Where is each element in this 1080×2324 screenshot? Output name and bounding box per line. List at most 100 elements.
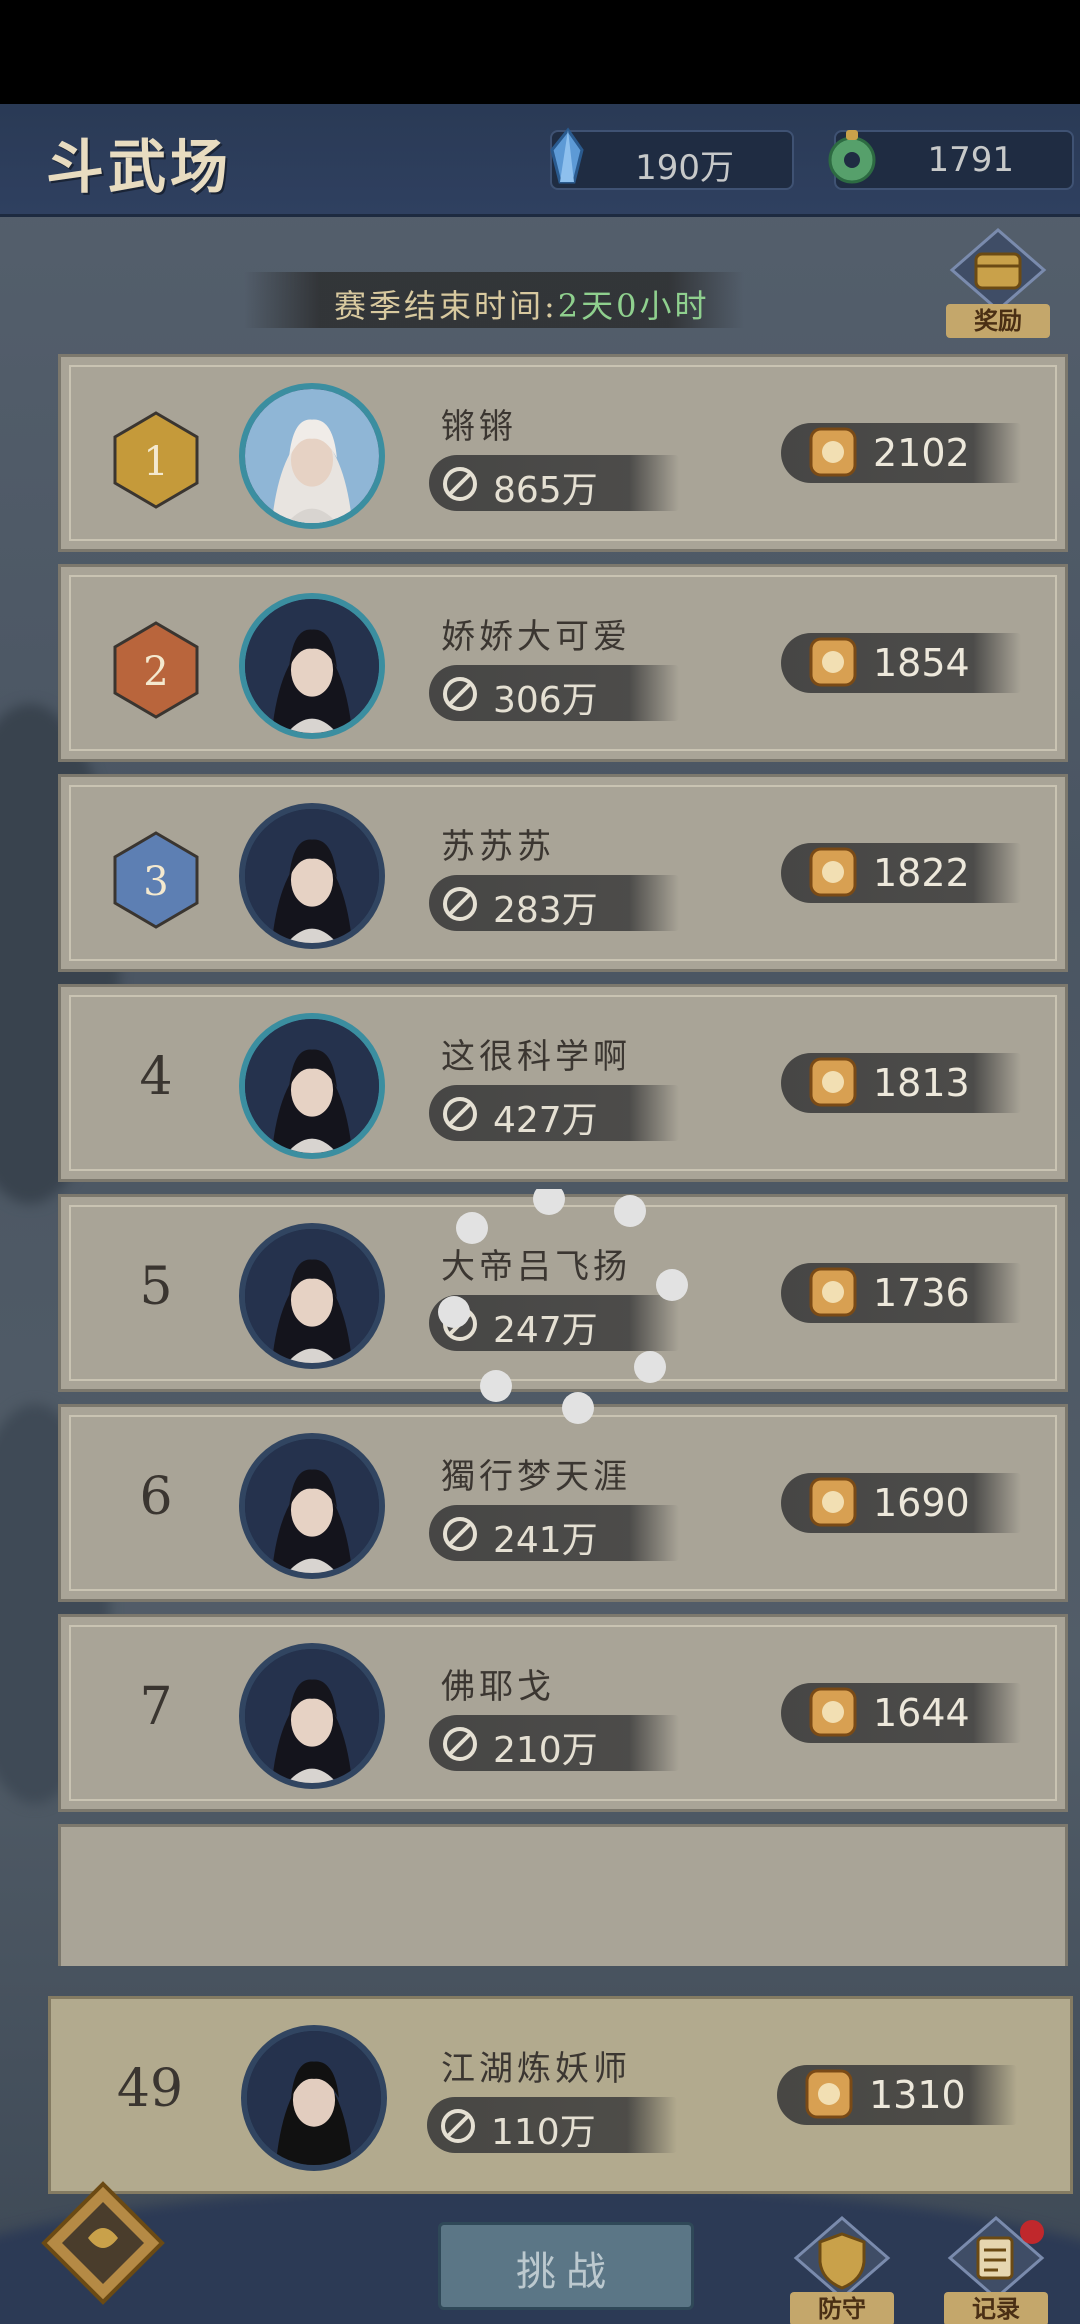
player-name: 这很科学啊 xyxy=(441,1037,631,1077)
ranking-list[interactable]: 1 锵锵 865万 2102 2 娇娇大可爱 306万 1854 3 苏苏苏 2… xyxy=(58,354,1068,1966)
menu-diamond-icon[interactable] xyxy=(38,2178,168,2308)
arena-token-icon xyxy=(809,847,857,897)
rank-number: 4 xyxy=(139,1047,173,1107)
my-rank-number: 49 xyxy=(116,2059,184,2119)
portrait-image xyxy=(245,389,379,523)
player-avatar[interactable] xyxy=(239,383,385,529)
combat-power-icon xyxy=(443,1097,477,1131)
ranking-row[interactable]: 2 娇娇大可爱 306万 1854 xyxy=(58,564,1068,762)
combat-power-value: 865万 xyxy=(493,470,598,511)
rank-number: 7 xyxy=(139,1677,173,1737)
rank-medal-icon: 3 xyxy=(113,831,199,929)
ranking-row[interactable]: 7 佛耶戈 210万 1644 xyxy=(58,1614,1068,1812)
rank-medal-number: 1 xyxy=(143,439,168,485)
challenge-label: 挑战 xyxy=(516,2249,616,2295)
player-name: 锵锵 xyxy=(441,407,517,447)
arena-score: 1690 xyxy=(781,1473,1021,1533)
player-name: 娇娇大可爱 xyxy=(441,617,631,657)
shield-icon xyxy=(793,2216,891,2300)
resource-crystal-value: 190万 xyxy=(635,148,734,188)
resource-jade[interactable]: 1791 xyxy=(828,130,1074,190)
arena-token-icon xyxy=(809,427,857,477)
arena-score: 1644 xyxy=(781,1683,1021,1743)
crystal-icon xyxy=(550,127,584,184)
combat-power: 306万 xyxy=(429,665,679,721)
portrait-image xyxy=(247,2031,381,2165)
ranking-row-partial[interactable] xyxy=(58,1824,1068,1966)
player-avatar[interactable] xyxy=(239,593,385,739)
record-label: 记录 xyxy=(944,2292,1048,2324)
portrait-image xyxy=(245,1649,379,1783)
combat-power-value: 306万 xyxy=(493,680,598,721)
arena-score-value: 1736 xyxy=(873,1271,970,1315)
portrait-image xyxy=(245,599,379,733)
arena-score: 1822 xyxy=(781,843,1021,903)
arena-score-value: 2102 xyxy=(873,431,970,475)
rank-number: 5 xyxy=(139,1257,173,1317)
combat-power-icon xyxy=(443,887,477,921)
arena-score: 2102 xyxy=(781,423,1021,483)
combat-power-value: 210万 xyxy=(493,1730,598,1771)
arena-score: 1854 xyxy=(781,633,1021,693)
arena-score: 1813 xyxy=(781,1053,1021,1113)
combat-power: 283万 xyxy=(429,875,679,931)
season-timer-text: 赛季结束时间:2天0小时 xyxy=(334,281,710,327)
combat-power: 241万 xyxy=(429,1505,679,1561)
arena-score-value: 1854 xyxy=(873,641,970,685)
my-power: 110万 xyxy=(427,2097,677,2153)
arena-token-icon xyxy=(809,1687,857,1737)
portrait-image xyxy=(245,1439,379,1573)
arena-token-icon xyxy=(809,1057,857,1107)
page-title: 斗武场 xyxy=(46,133,233,201)
resource-crystal[interactable]: 190万 xyxy=(550,127,794,190)
ranking-row[interactable]: 4 这很科学啊 427万 1813 xyxy=(58,984,1068,1182)
combat-power-icon xyxy=(443,1727,477,1761)
ranking-row[interactable]: 6 獨行梦天涯 241万 1690 xyxy=(58,1404,1068,1602)
combat-power: 427万 xyxy=(429,1085,679,1141)
combat-power-icon xyxy=(443,1517,477,1551)
ranking-row[interactable]: 3 苏苏苏 283万 1822 xyxy=(58,774,1068,972)
player-avatar[interactable] xyxy=(239,1013,385,1159)
combat-power-icon xyxy=(443,467,477,501)
season-label: 赛季结束时间: xyxy=(334,287,558,325)
portrait-image xyxy=(245,1229,379,1363)
combat-power: 865万 xyxy=(429,455,679,511)
arena-screen: 斗武场 190万 1791 赛季结束时间:2天0小时 奖励 1 锵锵 865万 … xyxy=(0,104,1080,2324)
ranking-row[interactable]: 1 锵锵 865万 2102 xyxy=(58,354,1068,552)
arena-token-icon xyxy=(809,637,857,687)
rank-medal-icon: 2 xyxy=(113,621,199,719)
combat-power: 210万 xyxy=(429,1715,679,1771)
rank-medal-icon: 1 xyxy=(113,411,199,509)
my-avatar xyxy=(241,2025,387,2171)
season-timer: 赛季结束时间:2天0小时 xyxy=(244,272,744,328)
arena-token-icon xyxy=(805,2069,853,2119)
player-avatar[interactable] xyxy=(239,1223,385,1369)
my-score: 1310 xyxy=(777,2065,1017,2125)
arena-score-value: 1813 xyxy=(873,1061,970,1105)
portrait-image xyxy=(245,809,379,943)
reward-button[interactable]: 奖励 xyxy=(946,224,1050,338)
my-score-value: 1310 xyxy=(869,2073,966,2117)
defense-button[interactable]: 防守 xyxy=(790,2214,894,2324)
portrait-image xyxy=(245,1019,379,1153)
arena-score-value: 1822 xyxy=(873,851,970,895)
player-avatar[interactable] xyxy=(239,1643,385,1789)
record-button[interactable]: 记录 xyxy=(944,2214,1048,2324)
arena-token-icon xyxy=(809,1477,857,1527)
notification-dot xyxy=(1020,2220,1044,2244)
arena-token-icon xyxy=(809,1267,857,1317)
my-rank-row[interactable]: 49 江湖炼妖师 110万 1310 xyxy=(48,1996,1073,2194)
player-name: 佛耶戈 xyxy=(441,1667,555,1707)
combat-power-value: 283万 xyxy=(493,890,598,931)
rank-medal-number: 2 xyxy=(143,649,168,695)
jade-icon xyxy=(828,130,876,184)
combat-power-icon xyxy=(443,677,477,711)
rank-medal-number: 3 xyxy=(143,859,168,905)
player-avatar[interactable] xyxy=(239,803,385,949)
player-avatar[interactable] xyxy=(239,1433,385,1579)
my-player-name: 江湖炼妖师 xyxy=(441,2049,631,2089)
resource-jade-value: 1791 xyxy=(927,140,1014,180)
rank-number: 6 xyxy=(139,1467,173,1527)
challenge-button[interactable]: 挑战 xyxy=(438,2222,694,2310)
top-bar: 斗武场 190万 1791 xyxy=(0,104,1080,217)
